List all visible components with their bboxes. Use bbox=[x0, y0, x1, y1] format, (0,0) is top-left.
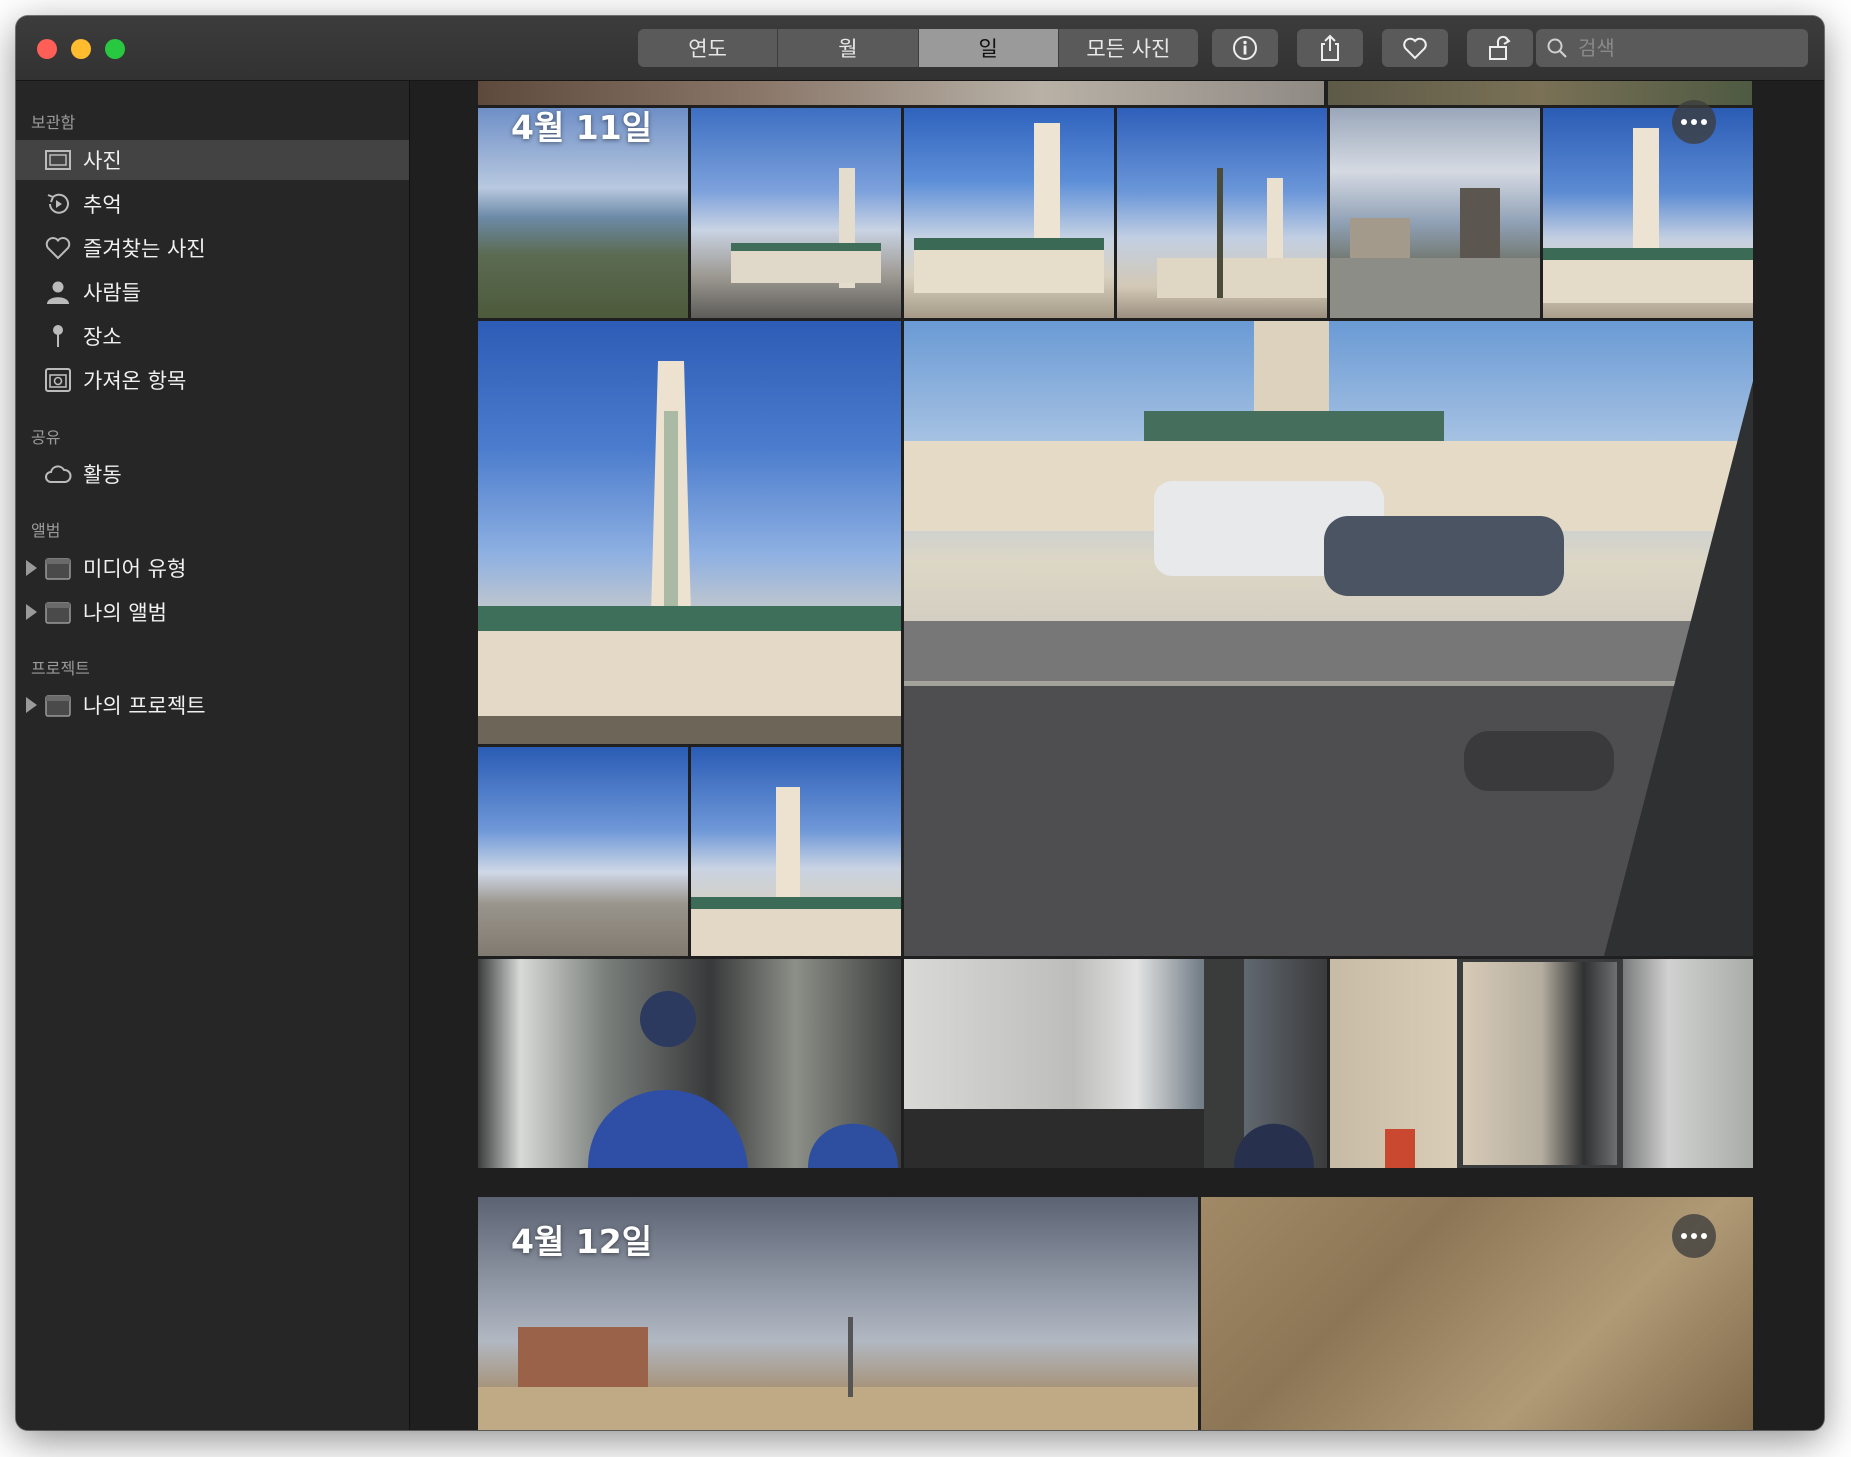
buildings-window-drawing bbox=[904, 959, 1314, 1168]
buildings-drawing bbox=[1385, 959, 1623, 1168]
sidebar-item-my-albums[interactable]: 나의 앨범 bbox=[16, 592, 409, 632]
memories-icon bbox=[47, 193, 69, 214]
tab-months[interactable]: 월 bbox=[778, 29, 919, 67]
photo-thumbnail[interactable] bbox=[478, 959, 901, 1168]
sidebar-item-memories[interactable]: 추억 bbox=[16, 184, 409, 224]
sidebar-item-media-types[interactable]: 미디어 유형 bbox=[16, 548, 409, 588]
photo-thumbnail[interactable] bbox=[1117, 108, 1327, 318]
title-bar: 연도 월 일 모든 사진 bbox=[16, 16, 1824, 81]
info-button[interactable] bbox=[1212, 29, 1278, 67]
section-projects-header: 프로젝트 bbox=[31, 659, 90, 678]
share-button[interactable] bbox=[1297, 29, 1363, 67]
share-icon bbox=[1321, 34, 1339, 61]
zoom-button[interactable] bbox=[105, 39, 125, 59]
more-options-button[interactable] bbox=[1672, 100, 1716, 144]
photo-thumbnail[interactable] bbox=[1543, 108, 1753, 318]
sidebar-item-label: 나의 앨범 bbox=[83, 601, 167, 625]
day-header-april-12: 4월 12일 bbox=[511, 1222, 653, 1261]
person-icon bbox=[47, 281, 69, 304]
photo-thumbnail[interactable] bbox=[904, 108, 1114, 318]
mosque-drawing bbox=[914, 123, 1104, 293]
tab-days[interactable]: 일 bbox=[918, 29, 1059, 67]
heart-icon bbox=[1403, 37, 1427, 60]
photos-icon bbox=[45, 150, 71, 170]
sidebar-item-label: 추억 bbox=[83, 193, 122, 217]
sidebar: 보관함 사진 추억 즐겨찾는 사진 사람들 장소 가져온 항목 공유 활동 앨범… bbox=[16, 81, 410, 1430]
favorite-button[interactable] bbox=[1382, 29, 1448, 67]
photo-thumbnail[interactable] bbox=[904, 321, 1753, 956]
sidebar-item-label: 장소 bbox=[83, 325, 122, 349]
sidebar-item-imports[interactable]: 가져온 항목 bbox=[16, 360, 409, 400]
disclosure-triangle-icon[interactable] bbox=[26, 560, 37, 576]
rotate-icon bbox=[1489, 35, 1511, 60]
search-field[interactable] bbox=[1536, 29, 1808, 67]
section-library-header: 보관함 bbox=[31, 113, 76, 132]
photo-grid: 4월 11일 4월 12일 bbox=[410, 81, 1824, 1430]
close-button[interactable] bbox=[37, 39, 57, 59]
search-icon bbox=[1547, 38, 1567, 58]
mosque-drawing bbox=[691, 787, 901, 956]
sidebar-item-label: 즐겨찾는 사진 bbox=[83, 237, 206, 261]
mosque-drawing bbox=[478, 361, 901, 744]
sidebar-item-label: 가져온 항목 bbox=[83, 369, 187, 393]
search-input[interactable] bbox=[1576, 35, 1800, 61]
photo-thumbnail[interactable] bbox=[478, 747, 688, 956]
street-car-drawing bbox=[904, 321, 1753, 956]
buildings-drawing bbox=[1330, 188, 1540, 318]
disclosure-triangle-icon[interactable] bbox=[26, 697, 37, 713]
folder-icon bbox=[45, 558, 71, 580]
day-header-april-11: 4월 11일 bbox=[511, 108, 653, 147]
sidebar-item-activity[interactable]: 활동 bbox=[16, 454, 409, 494]
pin-icon bbox=[53, 325, 63, 347]
photo-thumbnail[interactable] bbox=[478, 321, 901, 744]
section-shared-header: 공유 bbox=[31, 428, 61, 447]
sidebar-item-label: 활동 bbox=[83, 463, 122, 487]
photo-thumbnail[interactable] bbox=[691, 108, 901, 318]
sidebar-item-label: 사람들 bbox=[83, 281, 141, 305]
rotate-button[interactable] bbox=[1467, 29, 1533, 67]
sidebar-item-favorites[interactable]: 즐겨찾는 사진 bbox=[16, 228, 409, 268]
mosque-drawing bbox=[1543, 128, 1753, 303]
photo-thumbnail[interactable] bbox=[691, 747, 901, 956]
disclosure-triangle-icon[interactable] bbox=[26, 604, 37, 620]
folder-icon bbox=[45, 602, 71, 624]
tab-years[interactable]: 연도 bbox=[638, 29, 779, 67]
photos-window: 연도 월 일 모든 사진 검색 보관함 사진 추억 즐겨찾는 사진 사람들 장소… bbox=[16, 16, 1824, 1430]
heart-icon bbox=[45, 237, 71, 260]
bus-interior-drawing bbox=[588, 991, 898, 1168]
info-icon bbox=[1233, 36, 1257, 60]
section-albums-header: 앨범 bbox=[31, 521, 61, 540]
folder-icon bbox=[45, 695, 71, 717]
photo-thumbnail[interactable] bbox=[1201, 1197, 1753, 1430]
sidebar-item-label: 나의 프로젝트 bbox=[83, 694, 206, 718]
mosque-drawing bbox=[1157, 168, 1327, 298]
photo-thumbnail[interactable] bbox=[904, 959, 1327, 1168]
sidebar-item-people[interactable]: 사람들 bbox=[16, 272, 409, 312]
camera-icon bbox=[45, 368, 71, 392]
sidebar-item-photos[interactable]: 사진 bbox=[16, 140, 409, 180]
cloud-icon bbox=[45, 465, 72, 483]
mosque-drawing bbox=[731, 168, 881, 288]
sidebar-item-my-projects[interactable]: 나의 프로젝트 bbox=[16, 685, 409, 725]
view-segmented-control: 연도 월 일 모든 사진 bbox=[638, 29, 1198, 67]
more-options-button[interactable] bbox=[1672, 1214, 1716, 1258]
sidebar-item-places[interactable]: 장소 bbox=[16, 316, 409, 356]
photo-thumbnail[interactable] bbox=[1330, 959, 1753, 1168]
photo-thumbnail[interactable] bbox=[1330, 108, 1540, 318]
sidebar-item-label: 미디어 유형 bbox=[83, 557, 187, 581]
minimize-button[interactable] bbox=[71, 39, 91, 59]
sidebar-item-label: 사진 bbox=[83, 149, 122, 173]
tab-all-photos[interactable]: 모든 사진 bbox=[1059, 29, 1198, 67]
